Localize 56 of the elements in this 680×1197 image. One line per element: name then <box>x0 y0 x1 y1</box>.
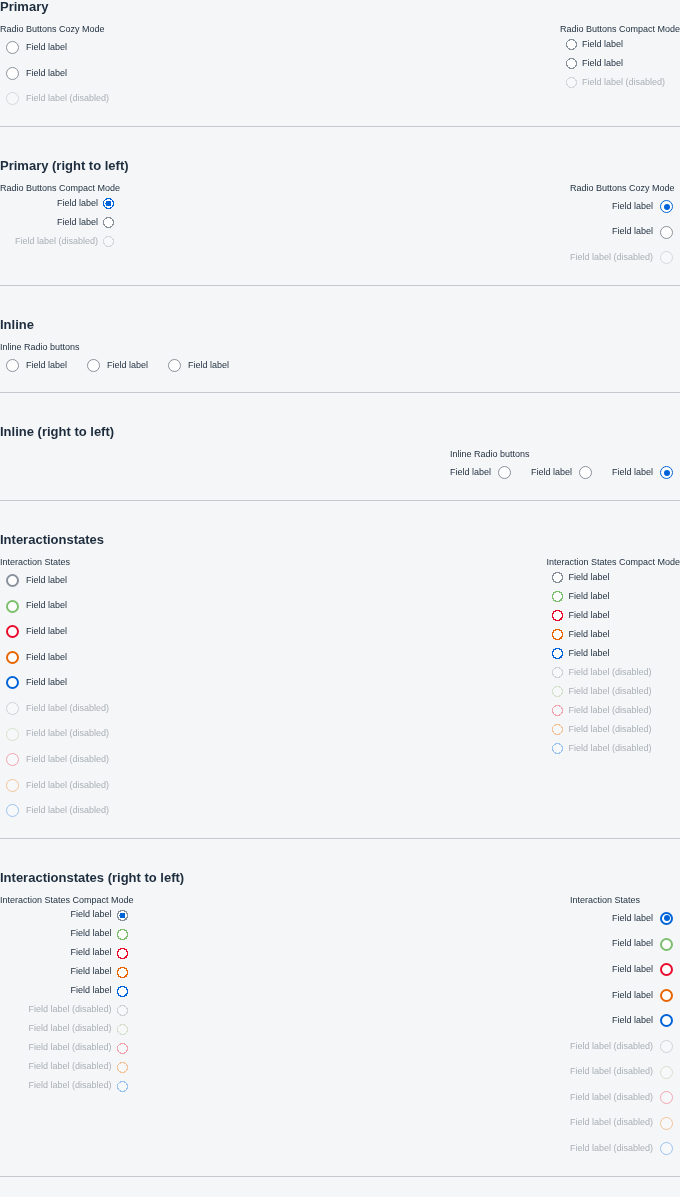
section-title: Inline (right to left) <box>0 425 116 440</box>
radio-option[interactable]: Field label <box>70 905 128 925</box>
radio-circle[interactable] <box>660 912 673 925</box>
radio-option[interactable]: Field label <box>70 981 128 1001</box>
group-label: Inline Radio buttons <box>0 341 81 353</box>
radio-option[interactable]: Field label <box>611 219 673 245</box>
group-label: Radio Buttons Compact Mode <box>0 182 121 194</box>
radio-option[interactable]: Field label <box>530 460 592 486</box>
group-label: Interaction States Compact Mode <box>0 894 134 906</box>
section-title: Interactionstates (right to left) <box>0 870 186 885</box>
radio-option[interactable]: Field label <box>6 35 68 61</box>
radio-option[interactable]: Field label <box>552 624 610 644</box>
group-label: Interaction States Compact Mode <box>546 556 680 568</box>
radio-option[interactable]: Field label <box>449 460 511 486</box>
radio-circle[interactable] <box>103 197 115 209</box>
radio-option[interactable]: Field label <box>6 644 68 671</box>
group-label: Interaction States <box>569 894 641 906</box>
group-label: Radio Buttons Cozy Mode <box>569 182 676 194</box>
radio-option[interactable]: Field label <box>168 352 230 379</box>
radio-option[interactable]: Field label <box>6 670 68 696</box>
group-label: Radio Buttons Compact Mode <box>559 24 680 35</box>
radio-option[interactable]: Field label <box>611 460 673 486</box>
section-title: Interactionstates <box>0 532 106 547</box>
radio-option[interactable]: Field label <box>70 943 128 963</box>
radio-option[interactable]: Field label <box>6 618 68 645</box>
radio-option[interactable]: Field label <box>611 982 673 1009</box>
radio-option[interactable]: Field label <box>57 193 115 213</box>
radio-option[interactable]: Field label <box>611 1008 673 1034</box>
group-label: Interaction States <box>0 556 72 568</box>
radio-option[interactable]: Field label <box>6 567 68 594</box>
section-title: Primary (right to left) <box>0 158 130 173</box>
radio-option[interactable]: Field label <box>6 60 68 87</box>
radio-option[interactable]: Field label <box>611 931 673 957</box>
radio-option[interactable]: Field label <box>611 193 673 220</box>
group-label: Radio Buttons Cozy Mode <box>0 24 106 35</box>
radio-option[interactable]: Field label <box>552 605 610 625</box>
radio-option[interactable]: Field label <box>552 586 610 606</box>
radio-option[interactable]: Field label <box>565 54 623 73</box>
radio-option[interactable]: Field label <box>57 212 115 232</box>
radio-option[interactable]: Field label <box>87 352 149 379</box>
radio-option[interactable]: Field label <box>70 962 128 982</box>
radio-circle[interactable] <box>565 58 577 69</box>
radio-option[interactable]: Field label <box>611 956 673 983</box>
radio-circle[interactable] <box>565 39 577 50</box>
section-title: Inline <box>0 317 35 332</box>
radio-option[interactable]: Field label <box>611 905 673 932</box>
radio-circle[interactable] <box>103 216 115 228</box>
radio-option[interactable]: Field label <box>6 593 68 619</box>
radio-option[interactable]: Field label <box>70 924 128 944</box>
radio-circle[interactable] <box>116 909 128 921</box>
radio-option[interactable]: Field label <box>565 35 623 54</box>
section-title: Primary <box>0 0 50 14</box>
radio-option[interactable]: Field label <box>552 643 610 663</box>
group-label: Inline Radio buttons <box>449 449 531 461</box>
radio-option[interactable]: Field label <box>6 352 68 379</box>
radio-option[interactable]: Field label <box>552 567 610 587</box>
